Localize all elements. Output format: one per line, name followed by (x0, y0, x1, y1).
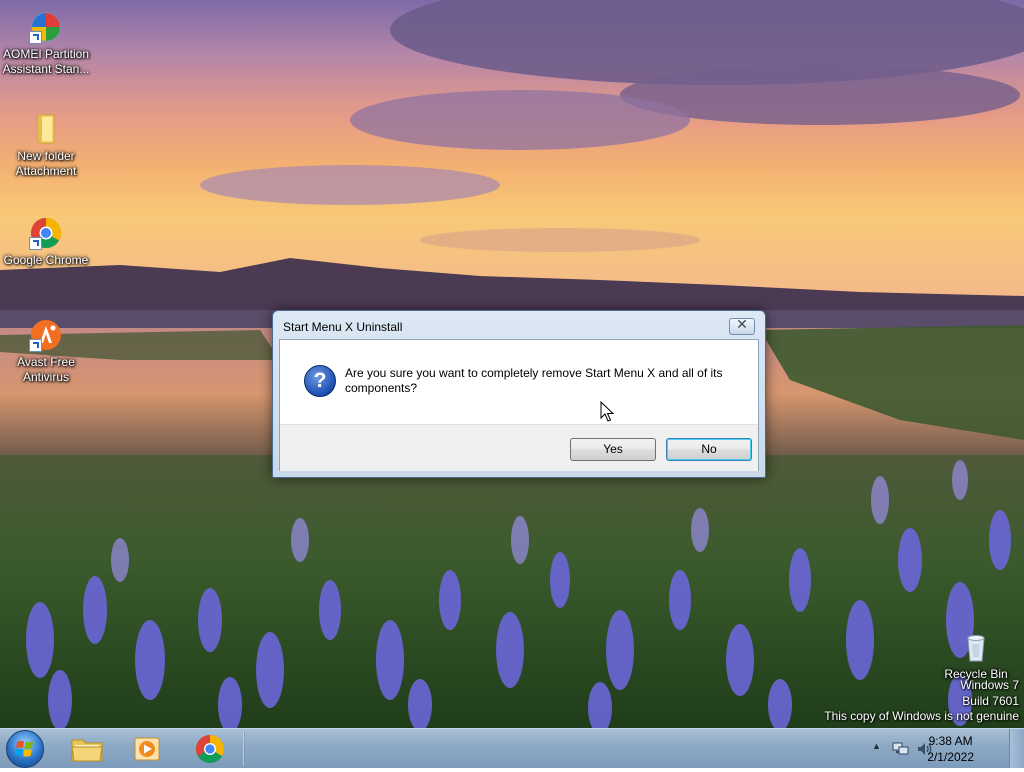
taskbar: ▲ 9:38 AM 2/1/2022 (0, 728, 1024, 768)
taskbar-separator (243, 732, 245, 766)
start-button[interactable] (6, 730, 44, 768)
question-icon: ? (304, 365, 336, 397)
watermark-os: Windows 7 (960, 678, 1019, 692)
taskbar-media-player[interactable] (121, 732, 173, 766)
desktop-icon-aomei[interactable]: AOMEI Partition Assistant Stan... (0, 10, 92, 77)
mouse-cursor-icon (600, 401, 614, 422)
chrome-icon (29, 216, 63, 250)
aomei-icon (29, 10, 63, 44)
dialog-title: Start Menu X Uninstall (283, 320, 403, 334)
chrome-icon (196, 735, 224, 763)
desktop-icon-new-folder[interactable]: New folder Attachment (0, 112, 92, 179)
close-button[interactable]: ✕ (729, 317, 755, 335)
close-icon: ✕ (736, 317, 748, 333)
dialog-body: ? Are you sure you want to completely re… (279, 339, 759, 471)
windows-genuine-watermark: Windows 7 Build 7601 This copy of Window… (824, 678, 1019, 725)
no-button[interactable]: No (666, 438, 752, 461)
taskbar-file-explorer[interactable] (61, 732, 113, 766)
shortcut-arrow-icon (29, 339, 42, 352)
recycle-bin-icon (959, 630, 993, 664)
yes-button[interactable]: Yes (570, 438, 656, 461)
taskbar-chrome[interactable] (184, 732, 236, 766)
clock-date: 2/1/2022 (927, 750, 974, 764)
desktop-icon-label: Google Chrome (3, 253, 89, 267)
show-hidden-icons-icon[interactable]: ▲ (872, 741, 881, 751)
desktop-icon-label: New folder Attachment (15, 149, 77, 178)
clock-time: 9:38 AM (928, 734, 973, 748)
uninstall-confirm-dialog[interactable]: Start Menu X Uninstall ✕ ? Are you sure … (272, 310, 766, 478)
windows-start-icon (15, 740, 33, 757)
desktop-icon-chrome[interactable]: Google Chrome (0, 216, 92, 268)
dialog-message: Are you sure you want to completely remo… (345, 366, 723, 395)
dialog-button-bar: Yes No (280, 424, 758, 471)
watermark-notice: This copy of Windows is not genuine (824, 709, 1019, 723)
avast-icon (29, 318, 63, 352)
shortcut-arrow-icon (29, 31, 42, 44)
desktop-icon-label: AOMEI Partition Assistant Stan... (2, 47, 90, 76)
media-player-icon (134, 737, 160, 761)
watermark-build: Build 7601 (962, 693, 1019, 708)
desktop-icon-label: Avast Free Antivirus (17, 355, 75, 384)
network-icon[interactable] (892, 741, 910, 757)
desktop-icon-avast[interactable]: Avast Free Antivirus (0, 318, 92, 385)
shortcut-arrow-icon (29, 237, 42, 250)
show-desktop-button[interactable] (1009, 729, 1024, 768)
system-tray: ▲ 9:38 AM 2/1/2022 (864, 729, 1024, 769)
folder-icon (29, 112, 63, 146)
clock[interactable]: 9:38 AM 2/1/2022 (927, 733, 974, 765)
file-explorer-icon (71, 739, 103, 762)
desktop-icon-recycle-bin[interactable]: Recycle Bin (930, 630, 1022, 682)
